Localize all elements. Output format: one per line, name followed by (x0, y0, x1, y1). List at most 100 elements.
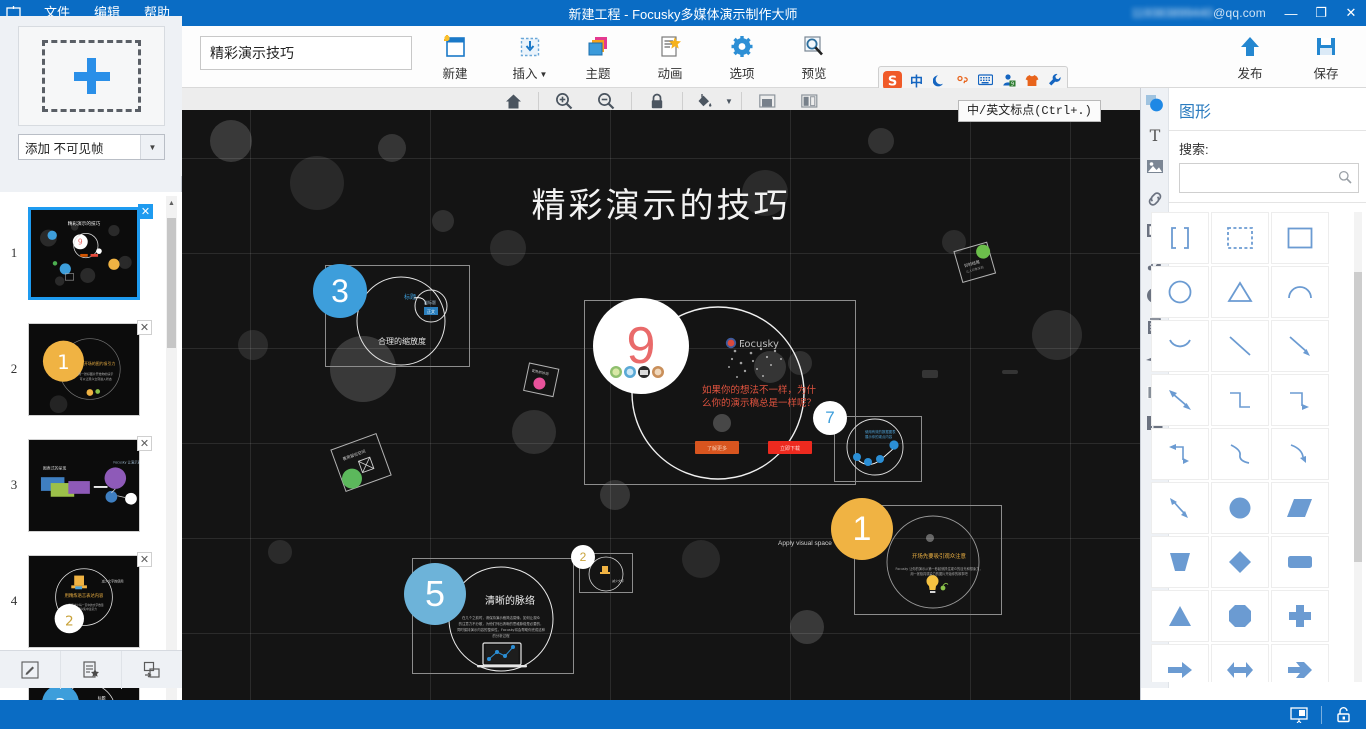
loose-card-green2[interactable]: 善用留白空间 (330, 432, 396, 498)
add-frame-type-dropdown[interactable]: 添加 不可见帧 ▼ (18, 134, 165, 160)
rail-shapes-icon[interactable] (1142, 92, 1168, 114)
svg-text:可以让观众立刻进入状态: 可以让观众立刻进入状态 (80, 375, 112, 380)
ribbon-animation-button[interactable]: 动画 (642, 32, 698, 84)
minimize-button[interactable]: — (1276, 0, 1306, 26)
thumbnail-close-icon[interactable]: ✕ (137, 320, 152, 335)
lock-status-button[interactable] (1322, 700, 1366, 729)
ribbon-options-button[interactable]: 选项 (714, 32, 770, 84)
circle-filled-shape[interactable] (1211, 482, 1269, 534)
close-button[interactable]: ✕ (1336, 0, 1366, 26)
arc-shape[interactable] (1271, 266, 1329, 318)
frame-template-tool[interactable] (61, 651, 122, 689)
ribbon-theme-button[interactable]: 主题 (570, 32, 626, 84)
double-curve-arrow-shape[interactable] (1151, 482, 1209, 534)
double-arrow-diagonal-shape[interactable] (1151, 374, 1209, 426)
presentation-stage[interactable]: 精彩演示的技巧 标题 副标题 正文 合理的缩放度 3 (182, 110, 1140, 700)
cross-shape[interactable] (1271, 590, 1329, 642)
rail-link-icon[interactable] (1142, 188, 1168, 210)
title-bar: 文件 编辑 帮助 新建工程 - Focusky多媒体演示制作大师 1193838… (0, 0, 1366, 26)
thumbnail-3[interactable]: 图表式的呈现 Focusky 让演示更精彩 ✕ (28, 439, 140, 532)
ime-moon-icon[interactable] (931, 70, 948, 90)
save-button[interactable]: 保存 (1294, 32, 1358, 84)
circle-outline-shape[interactable] (1151, 266, 1209, 318)
ribbon-options-label: 选项 (729, 63, 754, 82)
curve-arrow-shape[interactable] (1271, 428, 1329, 480)
add-frame-button[interactable] (18, 26, 165, 126)
elbow-arrow-shape[interactable] (1271, 374, 1329, 426)
scrollbar-thumb[interactable] (1354, 272, 1362, 562)
rail-image-icon[interactable] (1142, 156, 1168, 178)
list-item[interactable]: 2 1 开场的图片吸引力 用一张好图片开始你的演示 可以让观众立刻进入状态 (0, 314, 168, 424)
shapes-scrollbar[interactable] (1354, 212, 1362, 682)
ime-skin-icon[interactable] (1023, 70, 1040, 90)
frame-7[interactable]: 使用有效的数据图表 展示你的观点内容 7 (834, 416, 922, 482)
animation-icon (657, 32, 683, 62)
rounded-rect-shape[interactable] (1271, 536, 1329, 588)
diamond-shape[interactable] (1211, 536, 1269, 588)
sogou-logo-icon[interactable]: S (883, 70, 902, 90)
project-name-input[interactable] (200, 36, 412, 70)
scrollbar-thumb[interactable] (167, 218, 176, 348)
frame-1[interactable]: 开场先要吸引观众注意 Focusky 让你的演示从第一秒起就抓住观众的目光和想象… (854, 505, 1002, 615)
rect-outline-shape[interactable] (1271, 212, 1329, 264)
search-icon[interactable] (1338, 170, 1352, 189)
ime-keyboard-icon[interactable] (977, 70, 994, 90)
thumbnail-close-icon[interactable]: ✕ (138, 204, 153, 219)
ribbon-preview-button[interactable]: 预览 (786, 32, 842, 84)
svg-text:2: 2 (65, 613, 74, 629)
s-curve-shape[interactable] (1211, 428, 1269, 480)
frame-9[interactable]: Focusky 如果你的想法不一样，为什 么你的演示稿总是一样呢？ 了解更多 立… (584, 300, 856, 485)
edit-frame-tool[interactable] (0, 651, 61, 689)
dashed-rect-shape[interactable] (1211, 212, 1269, 264)
thumbnail-close-icon[interactable]: ✕ (137, 552, 152, 567)
chevron-down-icon[interactable]: ▼ (140, 135, 164, 159)
thumbnail-4[interactable]: 减少文字的使用 用精炼语言表达内容 尽量减少每一页中的文字数量 让观众集中注意力… (28, 555, 140, 648)
trapezoid-shape[interactable] (1151, 536, 1209, 588)
thumbnail-close-icon[interactable]: ✕ (137, 436, 152, 451)
thumbnail-2[interactable]: 1 开场的图片吸引力 用一张好图片开始你的演示 可以让观众立刻进入状态 ✕ (28, 323, 140, 416)
frame-5[interactable]: 清晰的脉络 在几个之前时，请保持演示稿简洁易懂，如何让观众 的注意力不分散，为他… (412, 558, 574, 674)
shapes-grid[interactable] (1151, 212, 1331, 682)
present-mode-button[interactable] (1277, 700, 1321, 729)
ribbon-new-button[interactable]: 新建 (427, 32, 483, 84)
chevron-arrow-shape[interactable] (1271, 644, 1329, 682)
restore-button[interactable]: ❐ (1306, 0, 1336, 26)
search-input[interactable] (1180, 164, 1358, 192)
loose-card-green[interactable]: 好的结尾 让人印象深刻 (952, 240, 1000, 286)
ribbon-new-label: 新建 (442, 63, 467, 82)
arrow-diagonal-shape[interactable] (1271, 320, 1329, 372)
frame-order-tool[interactable] (122, 651, 182, 689)
ime-tools-icon[interactable] (1046, 70, 1063, 90)
thumbnail-1[interactable]: 精彩演示的技巧 9 ✕ (28, 207, 140, 300)
loose-card-pink[interactable]: 配色的协调 (520, 360, 564, 402)
arrow-right-shape[interactable] (1151, 644, 1209, 682)
parallelogram-shape[interactable] (1271, 482, 1329, 534)
list-item[interactable]: 1 精彩演示的技巧 9 (0, 198, 168, 308)
search-box[interactable] (1179, 163, 1359, 193)
octagon-shape[interactable] (1211, 590, 1269, 642)
frame-2[interactable]: 减少文字 2 (579, 553, 633, 593)
ime-user-icon[interactable]: 9 (1000, 70, 1017, 90)
arc-down-shape[interactable] (1151, 320, 1209, 372)
rail-text-icon[interactable]: T (1142, 124, 1168, 146)
ime-chinese-mode[interactable]: 中 (908, 70, 925, 90)
svg-text:9: 9 (78, 237, 83, 246)
ribbon-insert-button[interactable]: 插入▼ (502, 32, 558, 84)
account-label[interactable]: 119383899440@qq.com (1131, 6, 1266, 20)
line-shape[interactable] (1211, 320, 1269, 372)
arrow-left-right-shape[interactable] (1211, 644, 1269, 682)
stage-title[interactable]: 精彩演示的技巧 (182, 178, 1140, 227)
triangle-up-icon[interactable]: ▲ (166, 196, 177, 210)
list-item[interactable]: 3 图表式的呈现 Focusky 让演示更精彩 (0, 430, 168, 540)
bracket-shape[interactable] (1151, 212, 1209, 264)
triangle-filled-shape[interactable] (1151, 590, 1209, 642)
list-item[interactable]: 4 减少文字的使用 用精炼语言表达内容 尽量减少每一页中的文字数量 让观众 (0, 546, 168, 656)
thumbnail-list[interactable]: 1 精彩演示的技巧 9 (0, 192, 182, 729)
elbow-connector-shape[interactable] (1211, 374, 1269, 426)
ime-punctuation-icon[interactable] (954, 70, 971, 90)
frame-3[interactable]: 标题 副标题 正文 合理的缩放度 3 (325, 265, 470, 367)
svg-text:Focusky: Focusky (739, 339, 779, 350)
double-elbow-arrow-shape[interactable] (1151, 428, 1209, 480)
triangle-outline-shape[interactable] (1211, 266, 1269, 318)
publish-button[interactable]: 发布 (1218, 32, 1282, 84)
